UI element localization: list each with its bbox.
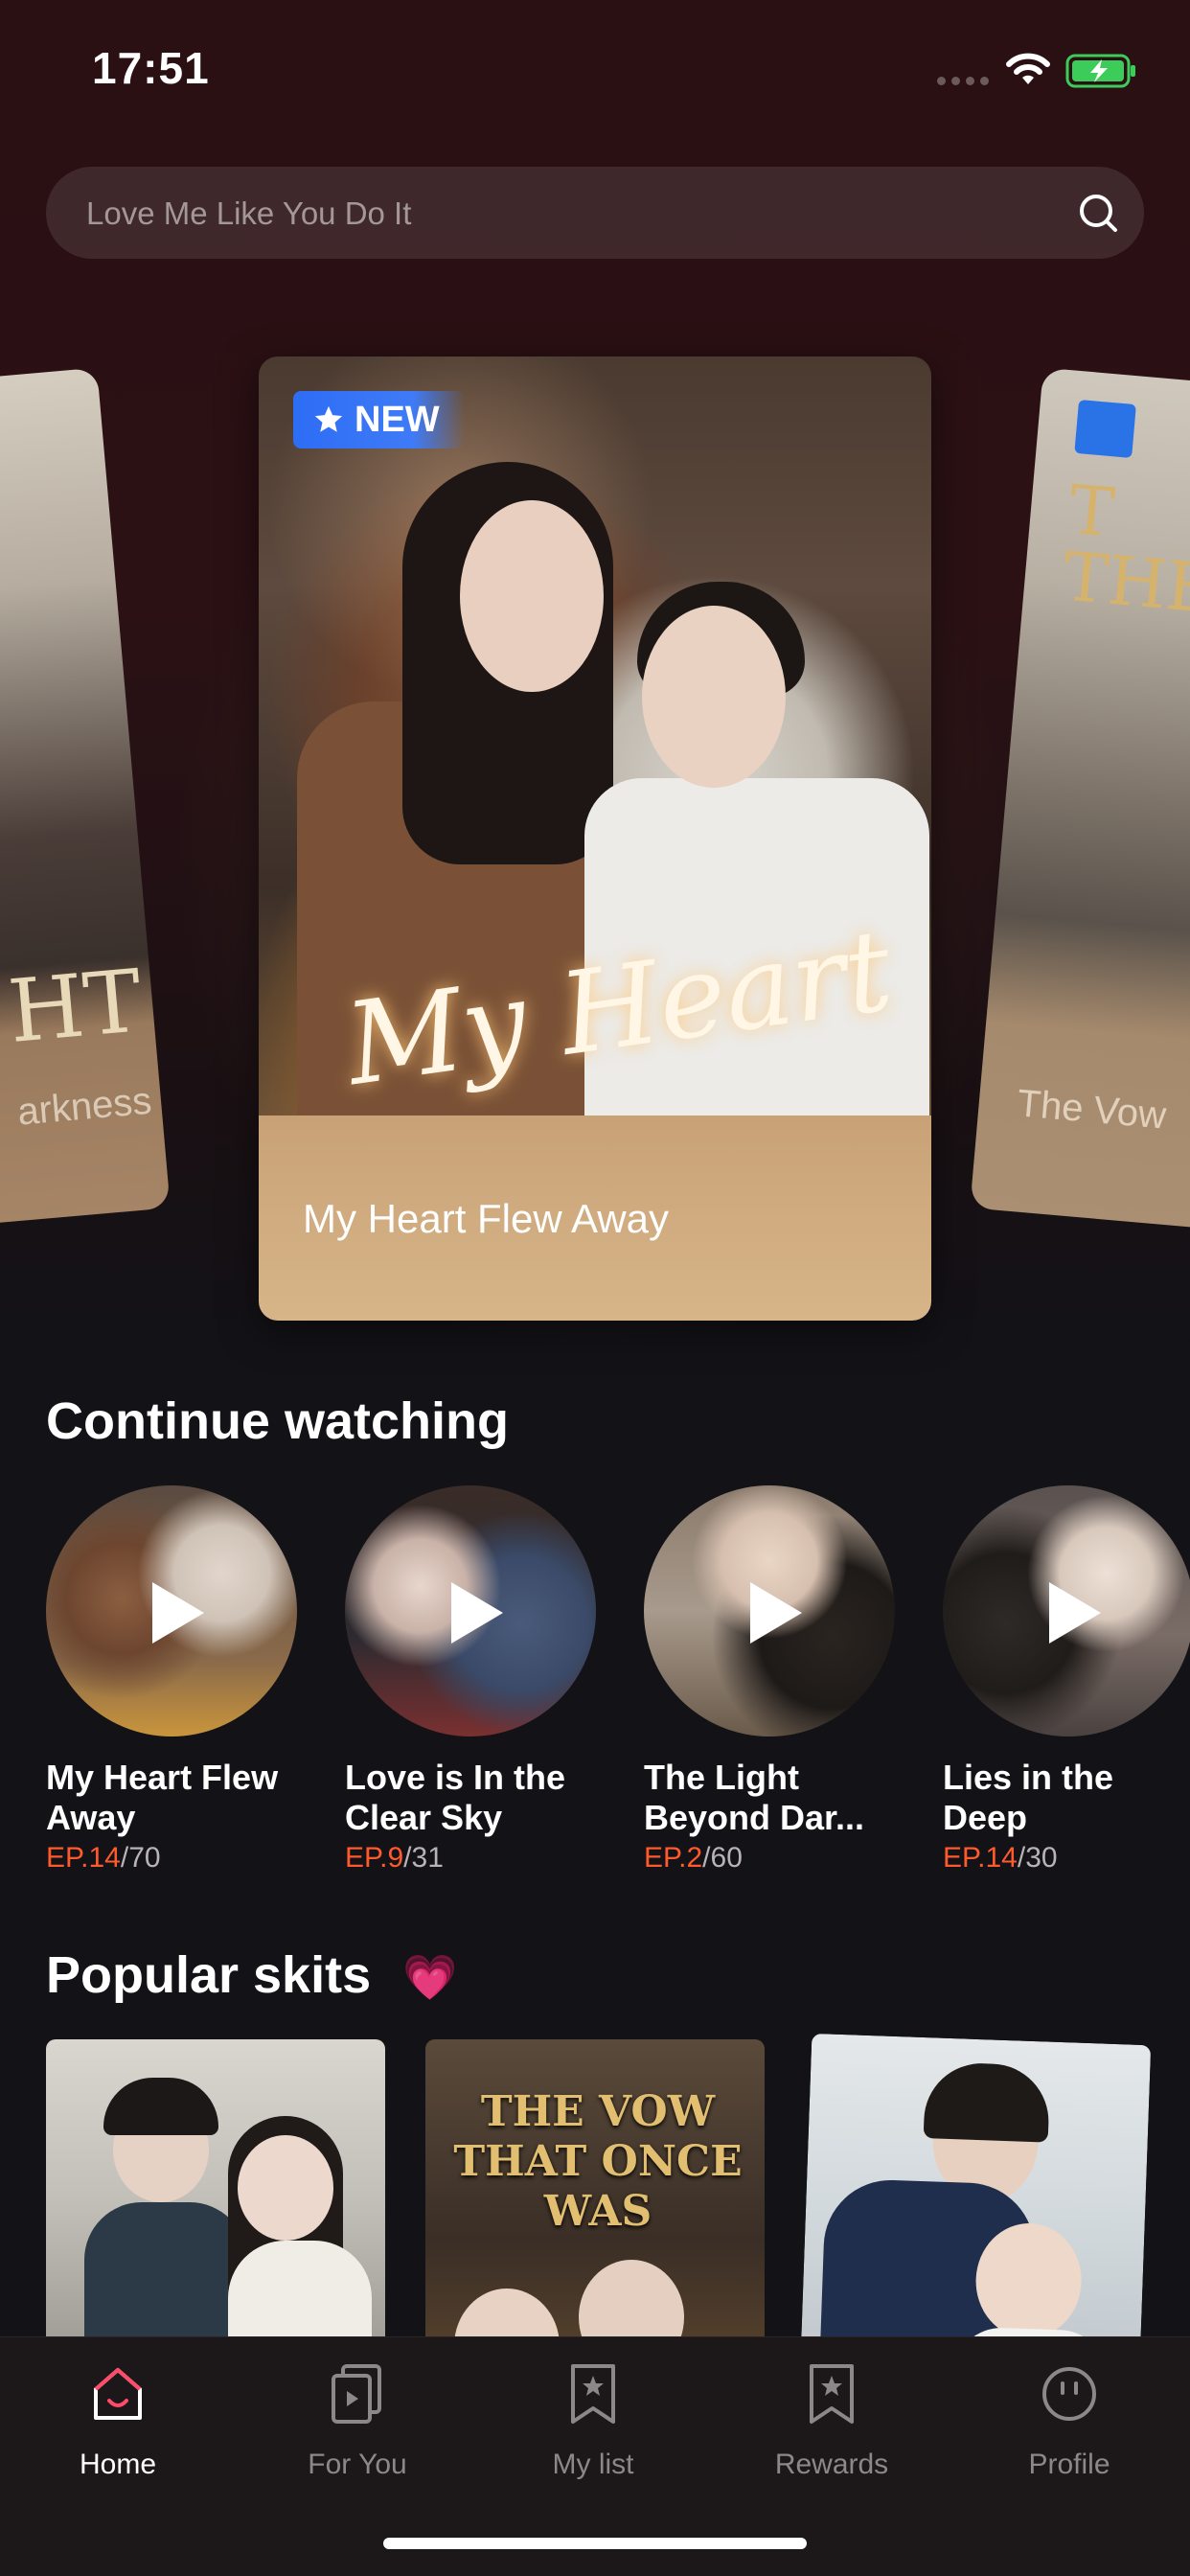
hero-poster: My Heart xyxy=(259,356,931,1116)
home-indicator[interactable] xyxy=(383,2538,807,2549)
popular-skit-title-text: THE VOW THAT ONCE WAS xyxy=(453,2087,743,2236)
tab-rewards-label: Rewards xyxy=(774,2449,889,2480)
star-icon xyxy=(314,405,343,432)
continue-item[interactable]: Love is In the Clear Sky EP.9/31 xyxy=(345,1485,604,1874)
continue-item-episode: EP.2/60 xyxy=(644,1842,743,1874)
play-icon xyxy=(750,1582,802,1644)
continue-item[interactable]: Lies in the Deep EP.14/30 xyxy=(943,1485,1190,1874)
wifi-icon xyxy=(1006,53,1050,84)
bookmark-star-icon xyxy=(810,2364,854,2424)
continue-item[interactable]: My Heart Flew Away EP.14/70 xyxy=(46,1485,305,1874)
search-bar[interactable]: Love Me Like You Do It xyxy=(46,167,1144,259)
tab-for-you[interactable]: For You xyxy=(262,2360,453,2481)
new-badge-label: NEW xyxy=(355,399,440,440)
continue-item-episode: EP.9/31 xyxy=(345,1842,444,1874)
search-icon[interactable] xyxy=(1075,190,1121,236)
continue-thumbnail[interactable] xyxy=(644,1485,895,1736)
search-placeholder: Love Me Like You Do It xyxy=(86,196,412,231)
carousel-card-left-title: HT xyxy=(4,951,146,1063)
status-bar: 17:51 xyxy=(0,0,1190,144)
new-badge-icon xyxy=(1074,399,1136,458)
cellular-signal-icon xyxy=(937,77,989,85)
status-time: 17:51 xyxy=(92,43,210,93)
tab-profile[interactable]: Profile xyxy=(973,2360,1165,2481)
heart-emoji-icon: 💗 xyxy=(402,1952,458,2002)
tab-my-list[interactable]: My list xyxy=(497,2360,689,2481)
continue-item-title: My Heart Flew Away xyxy=(46,1758,279,1837)
tab-rewards[interactable]: Rewards xyxy=(736,2360,927,2481)
play-icon xyxy=(152,1582,204,1644)
play-stack-icon xyxy=(332,2364,381,2424)
tab-home[interactable]: Home xyxy=(22,2360,214,2481)
home-icon xyxy=(94,2368,142,2420)
continue-thumbnail[interactable] xyxy=(46,1485,297,1736)
hero-caption-bar: My Heart Flew Away xyxy=(259,1116,931,1321)
smiley-icon xyxy=(1042,2367,1096,2421)
carousel-card-right-caption: The Vow xyxy=(1016,1082,1168,1138)
tab-profile-label: Profile xyxy=(1028,2449,1110,2480)
continue-watching-title: Continue watching xyxy=(46,1392,509,1450)
continue-item[interactable]: The Light Beyond Dar... EP.2/60 xyxy=(644,1485,903,1874)
continue-item-title: Love is In the Clear Sky xyxy=(345,1758,566,1837)
play-icon xyxy=(451,1582,503,1644)
play-icon xyxy=(1049,1582,1101,1644)
continue-item-episode: EP.14/70 xyxy=(46,1842,161,1874)
continue-item-title: The Light Beyond Dar... xyxy=(644,1758,865,1837)
tab-my-list-label: My list xyxy=(552,2449,634,2480)
continue-thumbnail[interactable] xyxy=(943,1485,1190,1736)
continue-thumbnail[interactable] xyxy=(345,1485,596,1736)
battery-icon xyxy=(1065,54,1135,88)
hero-card[interactable]: My Heart NEW My Heart Flew Away xyxy=(259,356,931,1321)
tab-home-label: Home xyxy=(79,2449,157,2480)
hero-title: My Heart Flew Away xyxy=(303,1196,669,1241)
bookmark-star-icon xyxy=(571,2364,615,2424)
tab-for-you-label: For You xyxy=(308,2449,407,2480)
carousel-card-right-title: T THE xyxy=(1060,470,1190,629)
continue-item-episode: EP.14/30 xyxy=(943,1842,1058,1874)
popular-skits-title: Popular skits 💗 xyxy=(46,1946,458,2004)
new-badge: NEW xyxy=(293,391,465,448)
carousel-card-left-caption: arkness xyxy=(15,1079,153,1134)
continue-item-title: Lies in the Deep xyxy=(943,1758,1114,1837)
